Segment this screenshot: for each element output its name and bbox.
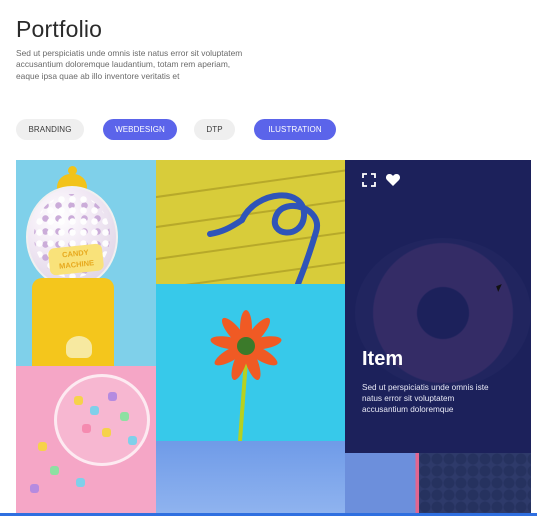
filter-bar: BRANDING WEBDESIGN DTP ILUSTRATION (16, 119, 436, 140)
candy-piece (120, 412, 129, 421)
item-description: Sed ut perspiciatis unde omnis iste natu… (362, 383, 489, 414)
filter-chip-webdesign[interactable]: WEBDESIGN (103, 119, 177, 140)
blueberries-image (419, 453, 531, 513)
portfolio-item-blueberries[interactable] (345, 453, 531, 513)
candy-piece (128, 436, 137, 445)
candy-piece (38, 442, 47, 451)
candy-piece (76, 478, 85, 487)
gumball-chute (66, 336, 92, 358)
candy-piece (90, 406, 99, 415)
item-title: Item (362, 348, 404, 370)
heart-icon[interactable] (385, 172, 401, 188)
page-description: Sed ut perspiciatis unde omnis iste natu… (16, 48, 243, 81)
expand-icon[interactable] (361, 172, 377, 188)
portfolio-grid: CANDY MACHINE Item Sed ut perspiciatis u… (16, 160, 531, 513)
portfolio-item-gumball[interactable]: CANDY MACHINE (16, 160, 156, 366)
candy-piece (108, 392, 117, 401)
portfolio-item-rope[interactable] (156, 160, 345, 284)
candy-piece (74, 396, 83, 405)
portfolio-item-candy[interactable] (16, 366, 156, 513)
candy-bowl (54, 374, 150, 466)
candy-piece (30, 484, 39, 493)
portfolio-item-card[interactable]: Item Sed ut perspiciatis unde omnis iste… (345, 160, 531, 453)
gumball-label: CANDY MACHINE (47, 243, 105, 276)
flower-illustration (210, 310, 282, 441)
filter-chip-ilustration[interactable]: ILUSTRATION (254, 119, 336, 140)
filter-chip-branding[interactable]: BRANDING (16, 119, 84, 140)
filter-chip-dtp[interactable]: DTP (194, 119, 235, 140)
portfolio-item-blue[interactable] (156, 441, 345, 513)
page-title: Portfolio (16, 16, 103, 42)
portfolio-item-flower[interactable] (156, 284, 345, 441)
rope-illustration (207, 192, 321, 284)
candy-piece (102, 428, 111, 437)
candy-piece (50, 466, 59, 475)
candy-piece (82, 424, 91, 433)
